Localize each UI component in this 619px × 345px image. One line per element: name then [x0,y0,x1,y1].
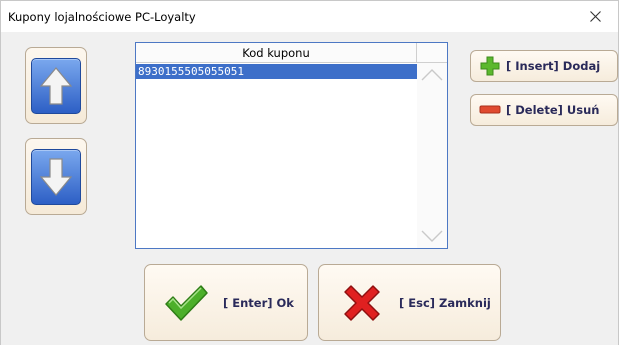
delete-coupon-label: [ Delete] Usuń [506,103,600,117]
close-button[interactable]: [ Esc] Zamknij [318,264,501,341]
scroll-down-icon[interactable] [421,230,443,244]
ok-label: [ Enter] Ok [223,295,294,310]
add-coupon-label: [ Insert] Dodaj [506,59,601,73]
column-header-coupon-code[interactable]: Kod kuponu [136,43,417,63]
move-up-button[interactable] [25,47,87,124]
minus-icon [479,99,501,121]
close-label: [ Esc] Zamknij [399,295,491,310]
header-corner [417,43,447,63]
scroll-up-icon[interactable] [421,67,443,81]
close-icon [589,11,601,22]
delete-coupon-button[interactable]: [ Delete] Usuń [470,94,618,126]
arrow-up-icon [31,57,81,114]
checkmark-icon [165,284,208,321]
add-coupon-button[interactable]: [ Insert] Dodaj [470,50,618,82]
x-cross-icon [344,284,380,321]
ok-button[interactable]: [ Enter] Ok [144,264,308,341]
plus-icon [479,55,501,77]
dialog-body: Kod kuponu 8930155505055051 [ Insert] Do… [1,32,618,345]
move-down-button[interactable] [25,138,87,215]
dialog-window: Kupony lojalnościowe PC-Loyalty Kod kupo… [0,0,619,345]
list-item[interactable]: 8930155505055051 [136,64,417,79]
window-title: Kupony lojalnościowe PC-Loyalty [8,10,196,24]
vertical-scrollbar[interactable] [417,63,447,248]
window-close-button[interactable] [572,1,618,32]
coupon-list[interactable]: Kod kuponu 8930155505055051 [135,42,448,249]
arrow-down-icon [31,148,81,205]
title-bar: Kupony lojalnościowe PC-Loyalty [1,1,618,32]
